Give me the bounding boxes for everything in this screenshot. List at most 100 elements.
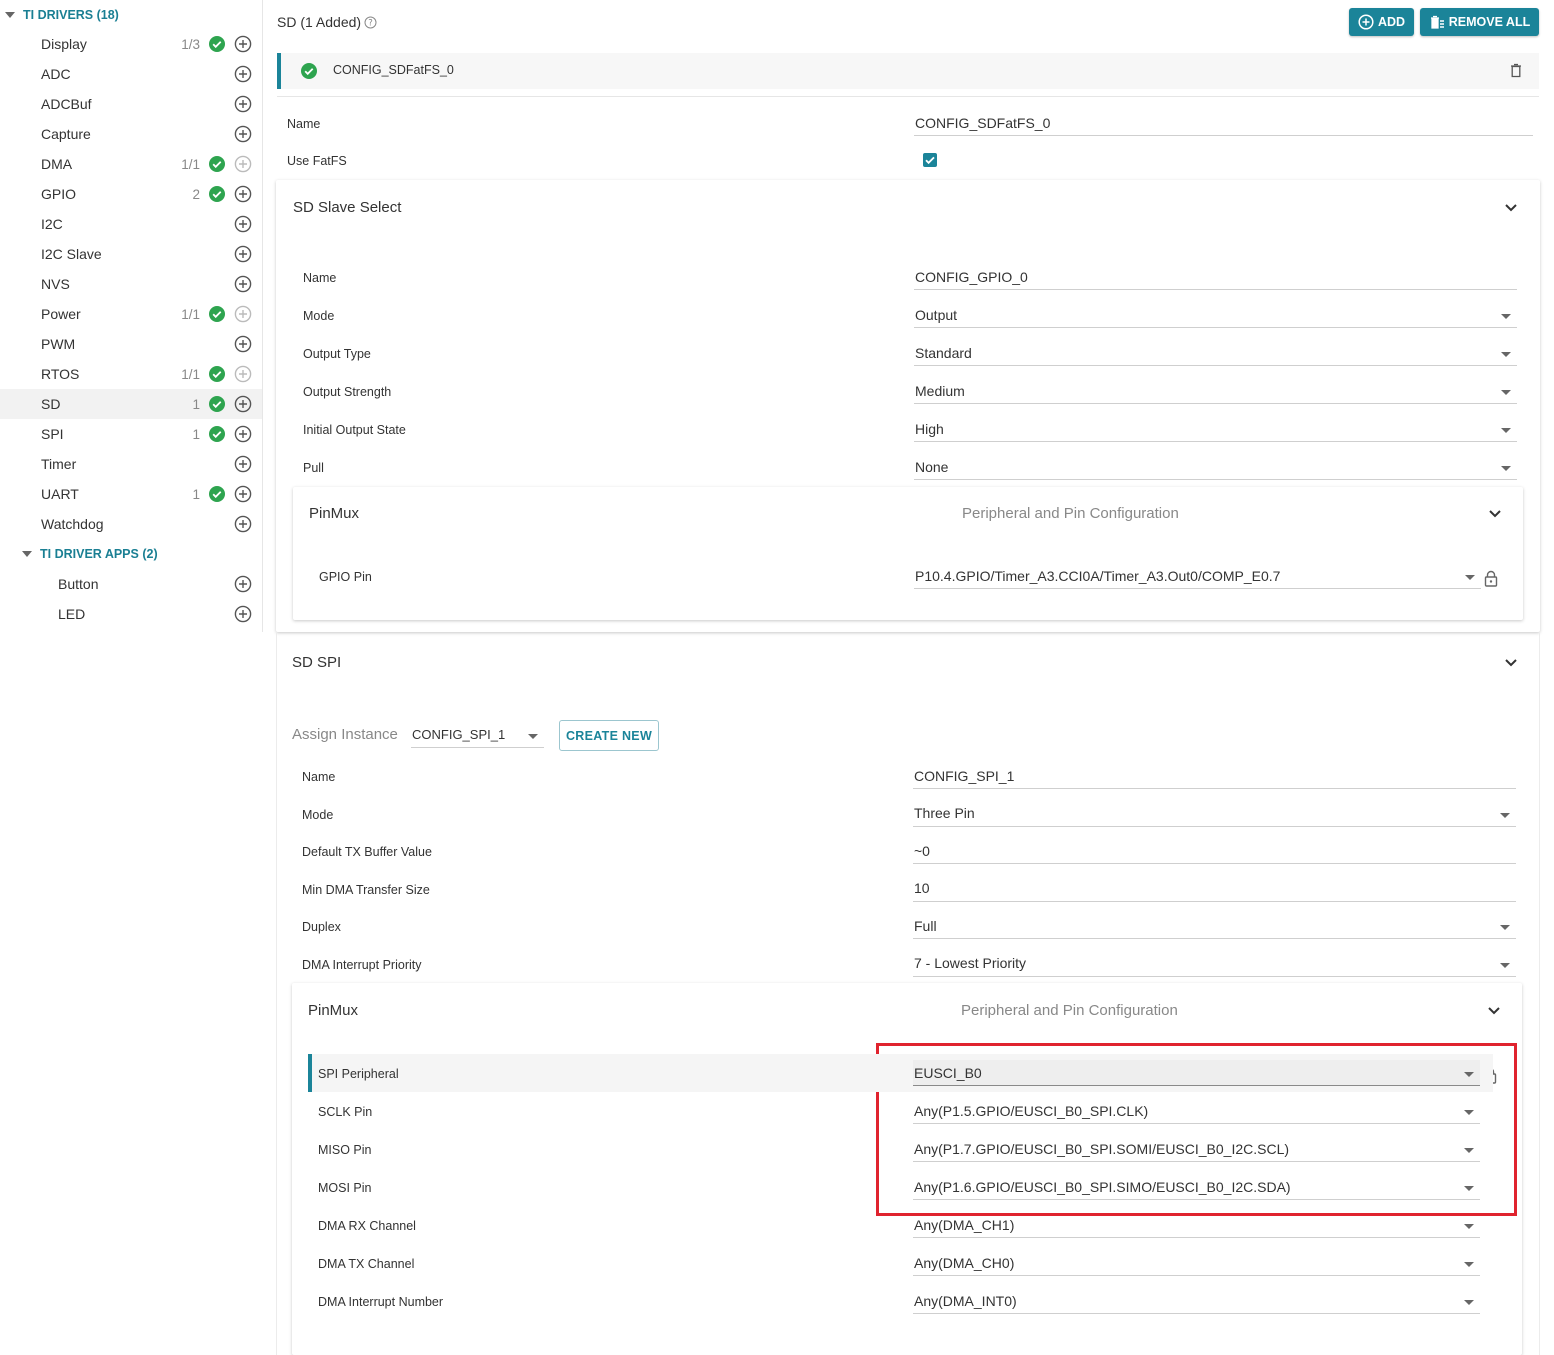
gpio-pin-dropdown[interactable]: P10.4.GPIO/Timer_A3.CCI0A/Timer_A3.Out0/… [914,563,1481,589]
trash-icon[interactable] [1510,63,1522,78]
sidebar-item-sd[interactable]: SD 1 [0,389,262,419]
dropdown-arrow-icon [1501,314,1511,319]
dma-rx-channel-dropdown[interactable]: Any(DMA_CH1) [913,1212,1480,1238]
use-fatfs-label: Use FatFS [287,154,347,168]
chevron-down-icon[interactable] [1504,203,1518,213]
sidebar-item-power[interactable]: Power 1/1 [0,299,262,329]
add-circle-icon[interactable] [234,35,252,53]
name-value: CONFIG_GPIO_0 [915,268,1028,285]
sidebar-item-i2c[interactable]: I2C [0,209,262,239]
sidebar-item-pwm[interactable]: PWM [0,329,262,359]
add-circle-icon[interactable] [234,515,252,533]
sidebar-item-dma[interactable]: DMA 1/1 [0,149,262,179]
remove-all-button-label: REMOVE ALL [1448,15,1531,29]
ti-driver-apps-group-header[interactable]: TI DRIVER APPS (2) [22,539,158,569]
dropdown-arrow-icon [1500,925,1510,930]
add-circle-icon[interactable] [234,245,252,263]
mosi-pin-dropdown[interactable]: Any(P1.6.GPIO/EUSCI_B0_SPI.SIMO/EUSCI_B0… [913,1174,1480,1200]
name-field[interactable]: CONFIG_GPIO_0 [914,264,1517,290]
help-icon[interactable]: ? [364,16,377,29]
ti-drivers-group-header[interactable]: TI DRIVERS (18) [5,0,119,30]
mode-value: Output [915,306,958,323]
sidebar-item-nvs[interactable]: NVS [0,269,262,299]
add-circle-icon[interactable] [234,605,252,623]
sidebar-item-uart[interactable]: UART 1 [0,479,262,509]
min-dma-transfer-size-field[interactable]: 10 [913,876,1516,902]
check-circle-icon [209,186,225,202]
output-strength-dropdown[interactable]: Medium [914,378,1517,404]
dma-interrupt-priority-dropdown[interactable]: 7 - Lowest Priority [913,951,1516,977]
remove-all-button[interactable]: REMOVE ALL [1420,8,1539,36]
default-tx-buffer-value-field[interactable]: ~0 [913,838,1516,864]
name-field[interactable]: CONFIG_SPI_1 [913,763,1516,789]
slave-pinmux-subtitle: Peripheral and Pin Configuration [962,505,1179,522]
miso-pin-dropdown[interactable]: Any(P1.7.GPIO/EUSCI_B0_SPI.SOMI/EUSCI_B0… [913,1136,1480,1162]
instance-row-selected[interactable]: CONFIG_SDFatFS_0 [277,53,1539,89]
spi-pinmux-title: PinMux [308,1002,359,1019]
add-circle-icon[interactable] [234,125,252,143]
chevron-down-icon[interactable] [1488,509,1502,519]
add-circle-icon[interactable] [234,455,252,473]
sclk-pin-dropdown[interactable]: Any(P1.5.GPIO/EUSCI_B0_SPI.CLK) [913,1098,1480,1124]
sidebar-item-count: 1 [192,486,200,502]
use-fatfs-checkbox[interactable] [923,153,937,167]
divider [277,96,1539,97]
sidebar-item-capture[interactable]: Capture [0,119,262,149]
chevron-down-icon[interactable] [1504,658,1518,668]
assign-instance-dropdown[interactable]: CONFIG_SPI_1 [411,722,544,748]
lock-icon[interactable] [1484,570,1498,587]
sidebar-item-adc[interactable]: ADC [0,59,262,89]
dma-interrupt-priority-value: 7 - Lowest Priority [914,955,1027,971]
dma-interrupt-number-dropdown[interactable]: Any(DMA_INT0) [913,1288,1480,1314]
check-circle-icon [209,426,225,442]
mode-dropdown[interactable]: Three Pin [913,801,1516,827]
output-type-dropdown[interactable]: Standard [914,340,1517,366]
sidebar-item-timer[interactable]: Timer [0,449,262,479]
add-circle-icon[interactable] [234,305,252,323]
sidebar-item-watchdog[interactable]: Watchdog [0,509,262,539]
add-circle-icon[interactable] [234,95,252,113]
dma-tx-channel-dropdown[interactable]: Any(DMA_CH0) [913,1250,1480,1276]
ti-drivers-header-label: TI DRIVERS (18) [23,8,119,22]
add-circle-icon[interactable] [234,425,252,443]
gpio-pin-value: P10.4.GPIO/Timer_A3.CCI0A/Timer_A3.Out0/… [915,567,1281,584]
sidebar-item-adcbuf[interactable]: ADCBuf [0,89,262,119]
add-button[interactable]: ADD [1349,8,1414,36]
duplex-dropdown[interactable]: Full [913,913,1516,939]
dropdown-arrow-icon [1464,1110,1474,1115]
dma-interrupt-number-value: Any(DMA_INT0) [914,1292,1017,1309]
chevron-down-icon[interactable] [1487,1006,1501,1016]
add-circle-icon[interactable] [234,185,252,203]
name-field[interactable]: CONFIG_SDFatFS_0 [914,110,1533,136]
duplex-label: Duplex [302,920,341,934]
sidebar-item-spi[interactable]: SPI 1 [0,419,262,449]
add-circle-icon[interactable] [234,575,252,593]
pull-dropdown[interactable]: None [914,454,1517,480]
dma-interrupt-priority-label: DMA Interrupt Priority [302,957,422,972]
sidebar-item-display[interactable]: Display 1/3 [0,29,262,59]
assign-instance-value: CONFIG_SPI_1 [412,727,506,742]
sidebar-app-item-led[interactable]: LED [0,599,262,629]
pull-value: None [915,458,949,475]
main-panel: SD (1 Added) ? ADD REMOVE ALL CONFIG_SDF… [264,0,1554,1355]
sidebar-item-rtos[interactable]: RTOS 1/1 [0,359,262,389]
create-new-button[interactable]: CREATE NEW [559,720,659,751]
initial-output-state-dropdown[interactable]: High [914,416,1517,442]
add-circle-icon[interactable] [234,215,252,233]
sidebar-item-gpio[interactable]: GPIO 2 [0,179,262,209]
add-circle-icon[interactable] [234,485,252,503]
add-circle-icon[interactable] [234,335,252,353]
sd-spi-title: SD SPI [292,654,342,671]
add-circle-icon[interactable] [234,395,252,413]
sidebar-item-label: Display [41,36,87,52]
add-button-label: ADD [1377,15,1406,29]
sidebar-item-i2c-slave[interactable]: I2C Slave [0,239,262,269]
add-circle-icon[interactable] [234,65,252,83]
add-circle-icon[interactable] [234,155,252,173]
spi-peripheral-dropdown[interactable]: EUSCI_B0 [913,1060,1480,1086]
add-circle-icon[interactable] [234,365,252,383]
mode-dropdown[interactable]: Output [914,302,1517,328]
sidebar-item-label: SD [41,396,61,412]
sidebar-app-item-button[interactable]: Button [0,569,262,599]
add-circle-icon[interactable] [234,275,252,293]
